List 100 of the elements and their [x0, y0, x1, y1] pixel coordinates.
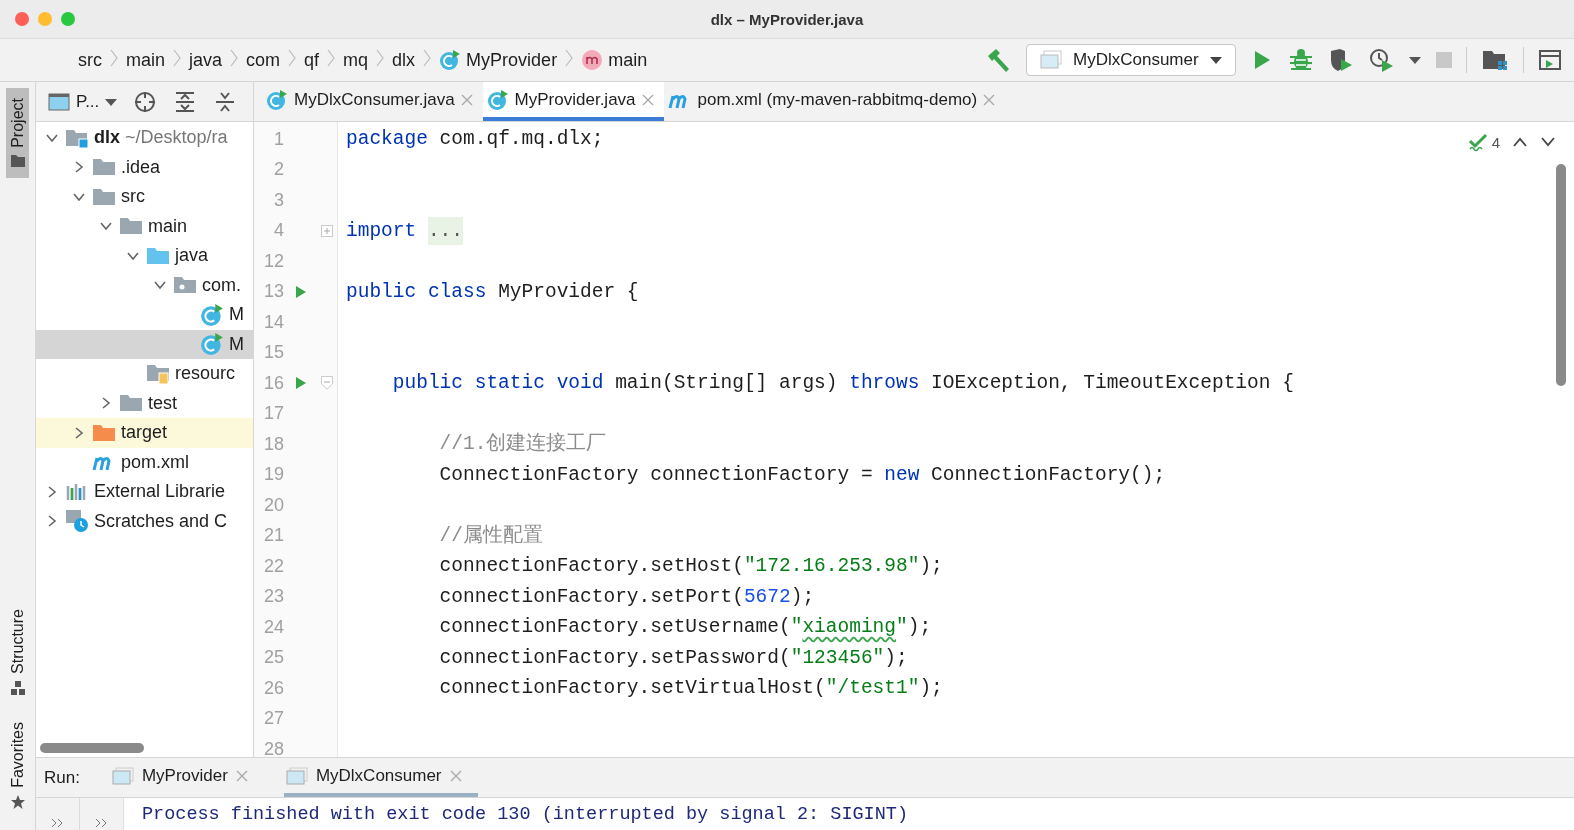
double-chevron-icon[interactable]: [94, 818, 109, 828]
tree-item[interactable]: com.: [36, 270, 253, 300]
double-chevron-icon[interactable]: [50, 818, 65, 828]
project-path: ~/Desktop/ra: [125, 127, 228, 149]
folded-code: ...: [427, 216, 464, 245]
breadcrumb[interactable]: src: [78, 49, 102, 71]
structure-icon: [9, 680, 26, 697]
code-text: connectionFactory.setPassword(: [438, 646, 791, 669]
tree-item[interactable]: .idea: [36, 152, 253, 182]
scratches-icon: [65, 509, 89, 534]
tree-item[interactable]: External Librarie: [36, 477, 253, 507]
run-tab[interactable]: MyProvider: [109, 758, 264, 797]
class-icon: [200, 332, 224, 357]
breadcrumb[interactable]: main: [126, 49, 165, 71]
line-number: 28: [262, 738, 284, 757]
line-number: 14: [262, 311, 284, 333]
line-number: 1: [273, 128, 284, 150]
profiler-icon[interactable]: [1368, 47, 1394, 73]
breadcrumb[interactable]: qf: [304, 49, 320, 71]
breadcrumb[interactable]: MyProvider: [439, 49, 558, 71]
code-text: );: [907, 616, 932, 638]
editor-tab[interactable]: pom.xml (my-maven-rabbitmq-demo): [663, 82, 1006, 121]
line-number: 17: [262, 403, 284, 425]
line-number: 4: [273, 220, 284, 242]
code-text: com.qf.mq.dlx;: [438, 128, 604, 150]
code-text: main(String[] args): [614, 372, 839, 394]
caret-icon: [105, 97, 118, 106]
code-text: connectionFactory.setPort(: [438, 585, 744, 608]
panel-icon[interactable]: [1538, 48, 1562, 72]
tree-item[interactable]: src: [36, 182, 253, 212]
folder-icon: [92, 157, 116, 178]
string-literal: ": [790, 616, 803, 638]
tree-item[interactable]: target: [36, 418, 253, 448]
string-literal: ": [896, 616, 908, 638]
tree-item[interactable]: pom.xml: [36, 447, 253, 477]
tree-item[interactable]: test: [36, 388, 253, 418]
tree-item-label: java: [175, 245, 209, 267]
breadcrumb[interactable]: main: [581, 49, 648, 71]
project-view-dropdown[interactable]: P...: [48, 91, 118, 112]
code-text: connectionFactory.setUsername(: [438, 616, 791, 638]
string-literal: "/test1": [825, 677, 920, 699]
line-number: 26: [262, 677, 284, 699]
keyword: public class: [346, 280, 487, 303]
code-text: MyProvider {: [497, 280, 639, 303]
tree-item[interactable]: main: [36, 211, 253, 241]
code-text: connectionFactory.setHost(: [438, 555, 744, 577]
breadcrumb[interactable]: mq: [343, 49, 369, 71]
code-text: ConnectionFactory();: [930, 463, 1166, 486]
breadcrumb[interactable]: com: [246, 49, 281, 71]
chevron-up-icon[interactable]: [1512, 136, 1528, 148]
close-button[interactable]: [15, 12, 29, 26]
tree-item-label: M: [229, 333, 244, 355]
class-icon: [439, 49, 462, 71]
class-icon: [266, 88, 288, 111]
tree-item[interactable]: java: [36, 241, 253, 271]
line-number: 3: [273, 189, 284, 211]
tool-window-tab[interactable]: Project: [6, 88, 29, 178]
tree-item[interactable]: resourc: [36, 359, 253, 389]
editor-tab[interactable]: MyDlxConsumer.java: [262, 82, 483, 121]
scrollbar[interactable]: [40, 743, 144, 753]
breadcrumb[interactable]: dlx: [392, 49, 416, 71]
run-icon[interactable]: [294, 375, 308, 392]
window-icon: [111, 766, 134, 785]
editor-tab[interactable]: MyProvider.java: [482, 82, 664, 121]
keyword: new: [884, 463, 920, 486]
keyword: import: [346, 219, 418, 242]
line-number: 19: [262, 464, 284, 486]
code-text: );: [919, 555, 943, 577]
scrollbar[interactable]: [1556, 164, 1566, 386]
tool-window-tab[interactable]: Favorites: [6, 712, 29, 820]
code-text: IOException, TimeoutException {: [930, 372, 1294, 394]
tree-item[interactable]: Scratches and C: [36, 506, 253, 536]
folder-icon: [119, 393, 143, 414]
chevron-down-icon[interactable]: [1540, 136, 1556, 148]
tree-item[interactable]: M: [36, 329, 253, 359]
crosshair-icon[interactable]: [133, 89, 158, 114]
code-text: connectionFactory.setVirtualHost(: [438, 677, 826, 699]
code-comment: //属性配置: [438, 524, 544, 547]
line-number: 16: [262, 372, 284, 394]
line-number: 2: [273, 159, 284, 181]
keyword: public static void: [391, 372, 604, 394]
string-literal: xiaoming: [802, 616, 896, 638]
tree-item-label: Scratches and C: [94, 510, 228, 532]
caret-icon[interactable]: [1408, 55, 1422, 65]
run-icon[interactable]: [294, 283, 308, 300]
coverage-icon[interactable]: [1328, 47, 1354, 73]
bug-icon[interactable]: [1288, 47, 1314, 73]
tool-window-tab[interactable]: Structure: [6, 599, 29, 707]
breadcrumb[interactable]: java: [189, 49, 223, 71]
line-number: 27: [262, 708, 284, 730]
tree-item-label: .idea: [121, 156, 161, 178]
tree-item[interactable]: dlx ~/Desktop/ra: [36, 123, 253, 153]
tree-item-label: src: [121, 186, 145, 208]
line-number: 20: [262, 494, 284, 516]
code-comment: //1.创建连接工厂: [438, 433, 607, 455]
inspection-count[interactable]: 4: [1467, 132, 1500, 152]
run-configuration-dropdown[interactable]: MyDlxConsumer: [1026, 44, 1236, 76]
folder-icon: [92, 186, 116, 207]
tree-item[interactable]: M: [36, 300, 253, 330]
keyword: package: [346, 128, 428, 150]
